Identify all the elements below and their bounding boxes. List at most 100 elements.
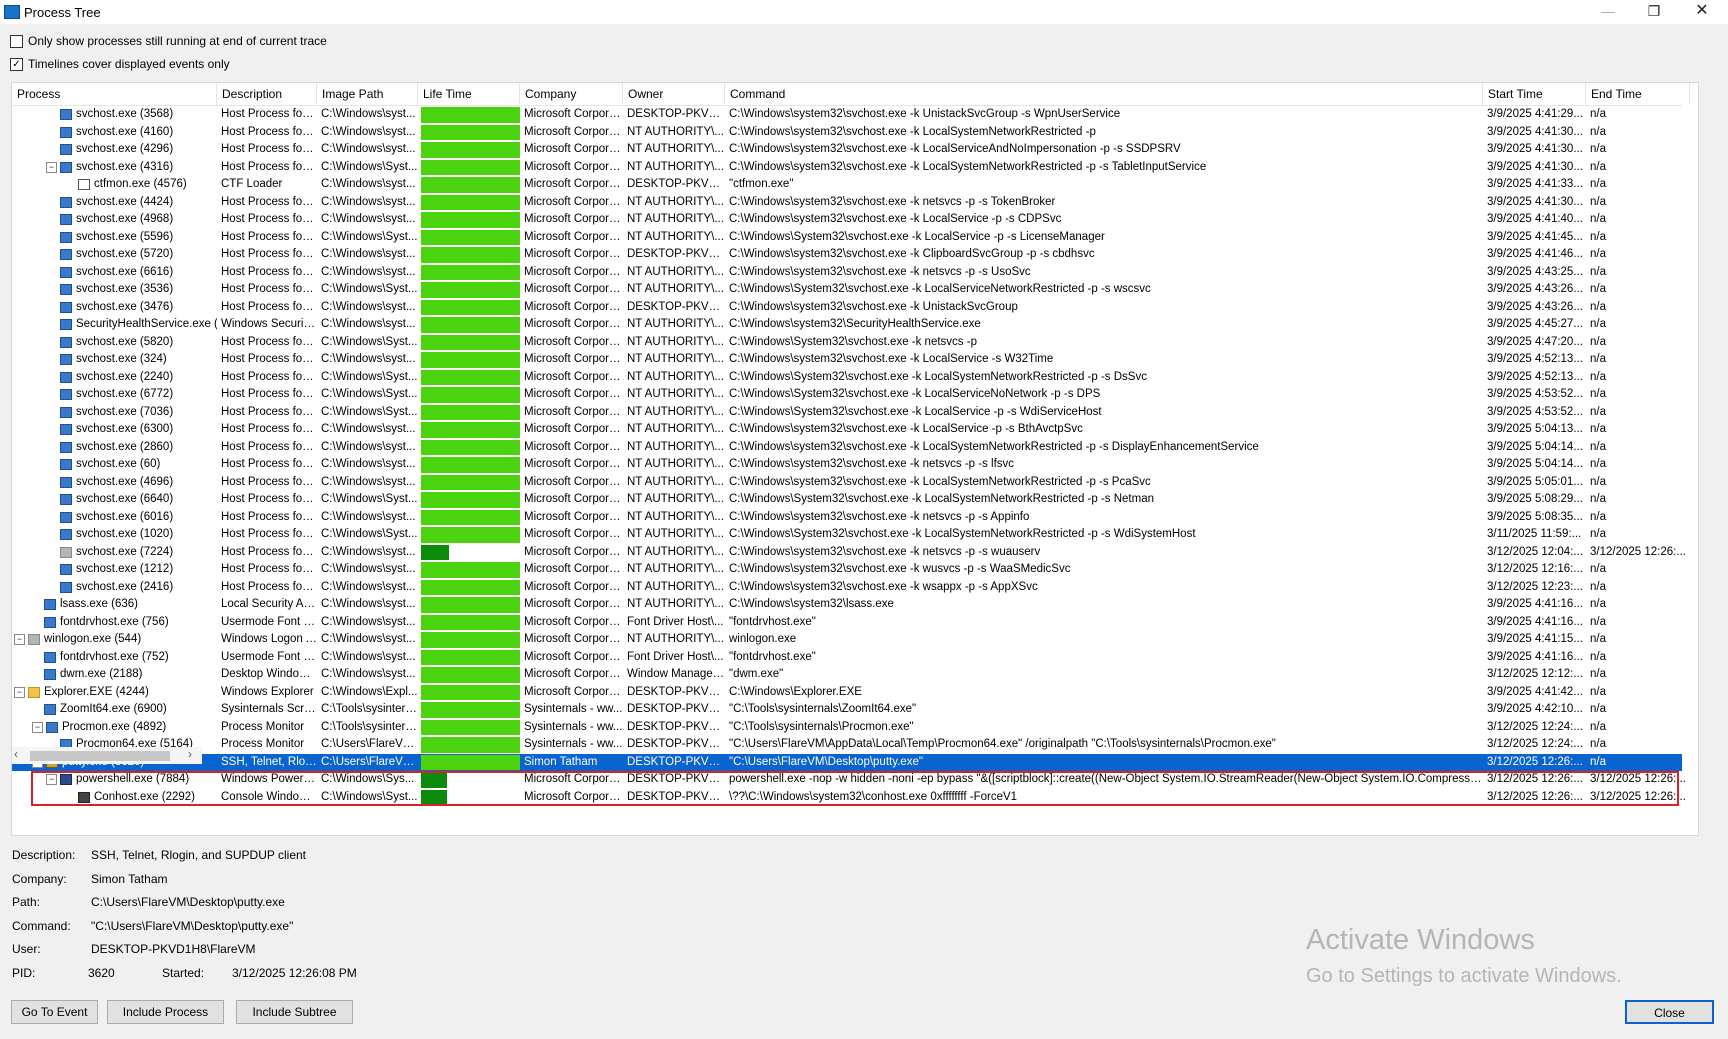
table-row[interactable]: − powershell.exe (7884) Windows PowerS... C… [12, 771, 1686, 789]
table-row[interactable]: svchost.exe (4968) Host Process for ... C:… [12, 211, 1682, 229]
horizontal-scrollbar[interactable]: ‹ › [12, 747, 202, 764]
process-name: Conhost.exe (2292) [94, 790, 196, 803]
table-row[interactable]: ctfmon.exe (4576) CTF Loader C:\Windows\sy… [12, 176, 1682, 194]
table-row[interactable]: svchost.exe (4424) Host Process for ... C:… [12, 194, 1682, 212]
table-row[interactable]: fontdrvhost.exe (756) Usermode Font Dr...… [12, 614, 1682, 632]
table-row[interactable]: Procmon64.exe (5164) Process Monitor C:\Us… [12, 736, 1682, 754]
process-icon [60, 249, 72, 261]
collapse-toggle-icon[interactable]: − [32, 721, 43, 733]
table-row[interactable]: − svchost.exe (4316) Host Process for ... C… [12, 159, 1682, 177]
user-label: User: [12, 942, 41, 956]
company-cell: Microsoft Corporat... [524, 580, 623, 593]
table-row[interactable]: svchost.exe (2860) Host Process for ... C:… [12, 439, 1682, 457]
table-row[interactable]: svchost.exe (5720) Host Process for ... C:… [12, 246, 1682, 264]
table-row[interactable]: svchost.exe (4296) Host Process for ... C:… [12, 141, 1682, 159]
column-header-process[interactable]: Process [12, 83, 217, 105]
table-row[interactable]: fontdrvhost.exe (752) Usermode Font Dr...… [12, 649, 1682, 667]
table-row[interactable]: svchost.exe (3476) Host Process for ... C:… [12, 299, 1682, 317]
lifetime-bar [421, 439, 520, 455]
table-row[interactable]: svchost.exe (6300) Host Process for ... C:… [12, 421, 1682, 439]
start-cell: 3/9/2025 5:08:29... [1487, 493, 1583, 505]
column-header-owner[interactable]: Owner [623, 83, 725, 105]
table-row[interactable]: svchost.exe (1212) Host Process for ... C:… [12, 561, 1682, 579]
option-running-only[interactable]: Only show processes still running at end… [10, 34, 327, 48]
table-row[interactable]: svchost.exe (6016) Host Process for ... C:… [12, 509, 1682, 527]
minimize-button[interactable]: — [1586, 0, 1630, 24]
process-tree-table[interactable]: Process Description Image Path Life Time Com… [11, 82, 1699, 836]
table-row[interactable]: svchost.exe (5596) Host Process for ... C:… [12, 229, 1682, 247]
include-subtree-button[interactable]: Include Subtree [236, 1000, 353, 1024]
owner-cell: NT AUTHORITY\... [627, 405, 724, 418]
table-row[interactable]: svchost.exe (7224) Host Process for ... C:… [12, 544, 1686, 562]
table-row[interactable]: − winlogon.exe (544) Windows Logon A... C:\… [12, 631, 1682, 649]
column-header-life-time[interactable]: Life Time [418, 83, 520, 105]
scroll-left-icon[interactable]: ‹ [14, 747, 18, 761]
table-row[interactable]: svchost.exe (5820) Host Process for ... C:… [12, 334, 1682, 352]
close-window-button[interactable]: ✕ [1680, 0, 1724, 24]
running-only-checkbox[interactable] [10, 34, 23, 48]
image-path-cell: C:\Windows\syst... [321, 178, 416, 190]
description-cell: Host Process for ... [221, 213, 317, 225]
option-timelines[interactable]: ✓ Timelines cover displayed events only [10, 57, 230, 71]
timelines-checkbox[interactable]: ✓ [10, 57, 23, 71]
description-cell: CTF Loader [221, 178, 283, 190]
table-row[interactable]: SecurityHealthService.exe (Windows Secur… [12, 316, 1682, 334]
column-header-start-time[interactable]: Start Time [1483, 83, 1586, 105]
table-row[interactable]: svchost.exe (3536) Host Process for ... C:… [12, 281, 1682, 299]
scroll-right-icon[interactable]: › [188, 747, 192, 761]
table-row[interactable]: svchost.exe (324) Host Process for ... C:\… [12, 351, 1682, 369]
process-icon [60, 144, 72, 156]
column-header-end-time[interactable]: End Time [1586, 83, 1690, 105]
process-name: fontdrvhost.exe (756) [60, 615, 169, 628]
go-to-event-button[interactable]: Go To Event [11, 1000, 98, 1024]
collapse-toggle-icon[interactable]: − [14, 686, 25, 698]
table-row[interactable]: − Explorer.EXE (4244) Windows Explorer C:\W… [12, 684, 1682, 702]
process-cell: svchost.exe (6640) [12, 491, 217, 509]
table-row[interactable]: svchost.exe (6616) Host Process for ... C:… [12, 264, 1682, 282]
table-row[interactable]: svchost.exe (4160) Host Process for ... C:… [12, 124, 1682, 142]
table-row[interactable]: svchost.exe (2416) Host Process for ... C:… [12, 579, 1682, 597]
command-cell: C:\Windows\system32\svchost.exe -k Local… [729, 475, 1151, 488]
collapse-toggle-icon[interactable]: − [14, 634, 25, 646]
table-row[interactable]: svchost.exe (7036) Host Process for ... C:… [12, 404, 1682, 422]
table-row[interactable]: svchost.exe (4696) Host Process for ... C:… [12, 474, 1682, 492]
table-row[interactable]: − Procmon.exe (4892) Process Monitor C:\Too… [12, 719, 1682, 737]
command-cell: C:\Windows\system32\svchost.exe -k netsv… [729, 458, 1015, 470]
vertical-scrollbar[interactable]: ▲ ▼ [1698, 83, 1699, 835]
table-row[interactable]: svchost.exe (2240) Host Process for ... C:… [12, 369, 1682, 387]
column-header-description[interactable]: Description [217, 83, 317, 105]
description-cell: Host Process for ... [221, 440, 317, 453]
table-row[interactable]: svchost.exe (1020) Host Process for ... C:… [12, 526, 1682, 544]
table-row[interactable]: svchost.exe (3568) Host Process for ... C:… [12, 106, 1682, 124]
lifetime-cell [418, 631, 520, 649]
command-cell: powershell.exe -nop -w hidden -noni -ep … [729, 773, 1483, 785]
lifetime-cell [418, 596, 520, 614]
column-header-command[interactable]: Command [725, 83, 1483, 105]
table-row[interactable]: svchost.exe (6772) Host Process for ... C:… [12, 386, 1682, 404]
image-path-cell: C:\Windows\Sys... [321, 773, 415, 785]
column-header-company[interactable]: Company [520, 83, 623, 105]
table-row[interactable]: ZoomIt64.exe (6900) Sysinternals Scree...… [12, 701, 1682, 719]
restore-button[interactable]: ❐ [1632, 0, 1676, 24]
description-cell: Host Process for ... [221, 458, 317, 470]
description-cell: Host Process for ... [221, 388, 317, 400]
company-cell: Microsoft Corporat... [524, 230, 623, 243]
table-row[interactable]: −putty.exe (3620)SSH, Telnet, Rlog...C:\… [12, 753, 1682, 771]
close-button[interactable]: Close [1625, 1000, 1714, 1024]
table-row[interactable]: Conhost.exe (2292) Console Window ... C:\W… [12, 789, 1686, 807]
table-row[interactable]: svchost.exe (6640) Host Process for ... C:… [12, 491, 1682, 509]
horizontal-scroll-thumb[interactable] [30, 751, 170, 761]
table-row[interactable]: lsass.exe (636) Local Security Aut... C:\W… [12, 596, 1682, 614]
table-row[interactable]: dwm.exe (2188) Desktop Window ... C:\Windo… [12, 666, 1682, 684]
command-cell: "ctfmon.exe" [729, 178, 794, 190]
process-name: svchost.exe (1212) [76, 563, 174, 575]
include-process-button[interactable]: Include Process [107, 1000, 224, 1024]
lifetime-bar [421, 632, 520, 648]
table-row[interactable]: svchost.exe (60) Host Process for ... C:\W… [12, 456, 1682, 474]
collapse-toggle-icon[interactable]: − [46, 161, 57, 173]
collapse-toggle-icon[interactable]: − [46, 774, 57, 786]
lifetime-bar [421, 544, 449, 560]
company-cell: Microsoft Corporat... [524, 423, 623, 435]
process-cell: svchost.exe (3568) [12, 106, 217, 124]
column-header-image-path[interactable]: Image Path [317, 83, 418, 105]
